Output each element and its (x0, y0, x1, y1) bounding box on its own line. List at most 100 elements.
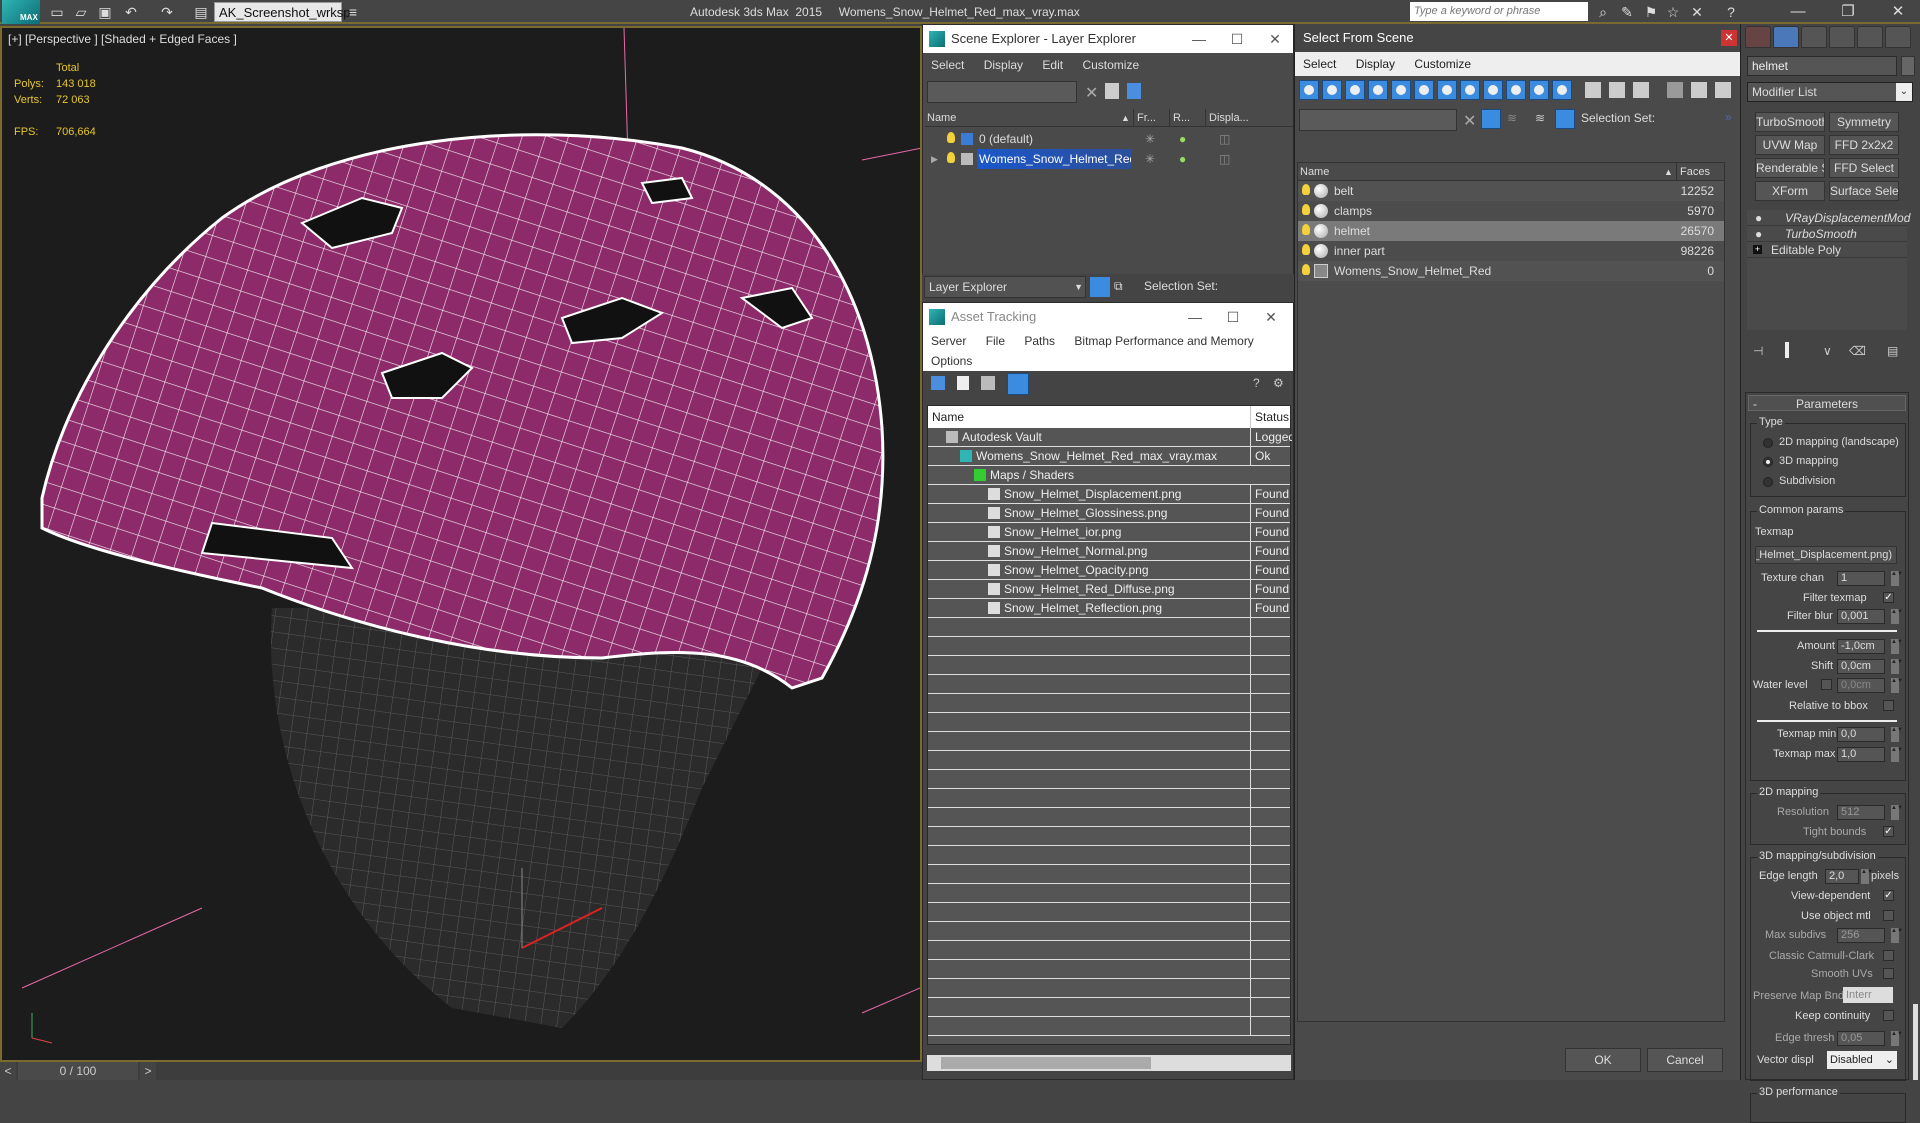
spinner-icon[interactable]: ▲▼ (1861, 869, 1873, 884)
texmap-min-input[interactable]: 0,0 (1837, 727, 1885, 742)
hierarchy-tab-icon[interactable] (1801, 26, 1827, 48)
max-subdivs-input[interactable]: 256 (1837, 928, 1885, 943)
spinner-icon[interactable]: ▲▼ (1891, 805, 1903, 820)
resolution-input[interactable]: 512 (1837, 805, 1885, 820)
asset-row[interactable]: Snow_Helmet_ior.png Found (928, 523, 1290, 542)
display-box-icon[interactable]: ◫ (1219, 129, 1230, 149)
menu-bitmap-performance[interactable]: Bitmap Performance and Memory (1074, 334, 1253, 348)
object-row[interactable]: belt 12252 (1298, 181, 1724, 201)
modifier-button-symmetry[interactable]: Symmetry (1829, 112, 1899, 132)
asset-tracking-titlebar[interactable]: Asset Tracking — ☐ ✕ (923, 303, 1293, 331)
modifier-button-uvw-map[interactable]: UVW Map (1755, 135, 1825, 155)
relative-bbox-checkbox[interactable] (1883, 700, 1894, 711)
object-color-swatch[interactable] (1901, 56, 1915, 76)
hidden-filter-icon[interactable] (1552, 80, 1572, 100)
ok-button[interactable]: OK (1565, 1048, 1641, 1072)
radio-3d-mapping[interactable] (1763, 457, 1773, 467)
utilities-tab-icon[interactable] (1885, 26, 1911, 48)
show-end-result-icon[interactable] (1785, 342, 1789, 358)
radio-2d-mapping[interactable] (1763, 438, 1773, 448)
modifier-button-ffd[interactable]: FFD 2x2x2 (1829, 135, 1899, 155)
remove-modifier-icon[interactable]: ⌫ (1849, 344, 1866, 358)
vector-displ-dropdown[interactable]: Disabled ⌄ (1827, 1051, 1897, 1069)
filter-texmap-checkbox[interactable]: ✓ (1883, 592, 1894, 603)
command-panel-scrollbar[interactable] (1913, 1004, 1918, 1080)
perspective-viewport[interactable]: [+] [Perspective ] [Shaded + Edged Faces… (0, 26, 922, 1062)
menu-paths[interactable]: Paths (1024, 334, 1055, 348)
undo-icon[interactable]: ↶ (122, 3, 140, 21)
object-row[interactable]: helmet 26570 (1298, 221, 1724, 241)
xrefs-filter-icon[interactable] (1460, 80, 1480, 100)
favorites-icon[interactable]: ☆ (1664, 3, 1682, 21)
create-tab-icon[interactable] (1745, 26, 1771, 48)
motion-tab-icon[interactable] (1829, 26, 1855, 48)
menu-select[interactable]: Select (931, 58, 964, 72)
tight-bounds-checkbox[interactable]: ✓ (1883, 826, 1894, 837)
configure-sets-icon[interactable]: ▤ (1887, 344, 1898, 358)
hierarchy-icon[interactable]: ⧉ (1114, 279, 1123, 294)
subscription-icon[interactable]: ⚑ (1642, 3, 1660, 21)
help-search-input[interactable]: Type a keyword or phrase (1410, 2, 1588, 21)
bulb-icon[interactable]: ● (1755, 226, 1762, 242)
stack-item[interactable]: ● TurboSmooth (1747, 226, 1907, 242)
menu-server[interactable]: Server (931, 334, 966, 348)
layer-row[interactable]: ▶ Womens_Snow_Helmet_Red ✳ ● ◫ (925, 149, 1293, 169)
modifier-button-renderable-spline[interactable]: Renderable Spline (1755, 158, 1825, 178)
columns-icon[interactable] (1715, 82, 1731, 98)
make-unique-icon[interactable]: ∨ (1823, 344, 1832, 358)
spacewarps-filter-icon[interactable] (1414, 80, 1434, 100)
radio-subdivision[interactable] (1763, 477, 1773, 487)
modifier-button-surface-select[interactable]: Surface Select (1829, 181, 1899, 201)
texture-chan-input[interactable]: 1 (1837, 571, 1885, 586)
display-box-icon[interactable]: ◫ (1219, 149, 1230, 169)
light-bulb-icon[interactable] (947, 132, 955, 143)
modifier-button-xform[interactable]: XForm (1755, 181, 1825, 201)
cameras-filter-icon[interactable] (1368, 80, 1388, 100)
cancel-button[interactable]: Cancel (1647, 1048, 1723, 1072)
menu-display[interactable]: Display (984, 58, 1023, 72)
minimize-icon[interactable]: — (1175, 303, 1215, 331)
spinner-icon[interactable]: ▲▼ (1891, 609, 1903, 624)
save-icon[interactable]: ▣ (96, 3, 114, 21)
spinner-icon[interactable]: ▲▼ (1891, 639, 1903, 654)
stack-item[interactable]: ● VRayDisplacementMod (1747, 210, 1910, 226)
asset-row[interactable]: Snow_Helmet_Red_Diffuse.png Found (928, 580, 1290, 599)
help-icon[interactable]: ? (1722, 3, 1740, 21)
menu-select[interactable]: Select (1303, 57, 1336, 71)
minimize-icon[interactable]: — (1780, 0, 1816, 24)
settings-icon[interactable]: ⚙ (1273, 376, 1284, 390)
list-view-icon[interactable] (957, 376, 969, 390)
asset-row[interactable]: Autodesk Vault Logged (928, 428, 1292, 447)
shapes-filter-icon[interactable] (1322, 80, 1342, 100)
spinner-icon[interactable]: ▲▼ (1891, 747, 1903, 762)
object-row[interactable]: clamps 5970 (1298, 201, 1724, 221)
freeze-snowflake-icon[interactable]: ✳ (1145, 149, 1155, 169)
menu-edit[interactable]: Edit (1042, 58, 1063, 72)
tree-view-icon[interactable] (981, 376, 995, 390)
next-frame-button[interactable]: > (140, 1062, 156, 1080)
texmap-max-input[interactable]: 1,0 (1837, 747, 1885, 762)
column-display[interactable]: Displa... (1205, 109, 1249, 127)
light-bulb-icon[interactable] (1302, 244, 1310, 255)
hierarchy-view-icon[interactable] (1555, 109, 1575, 129)
close-icon[interactable]: ✕ (1880, 0, 1916, 24)
render-teapot-icon[interactable]: ● (1179, 149, 1186, 169)
select-from-scene-titlebar[interactable]: Select From Scene ✕ (1295, 24, 1740, 52)
new-layer-icon[interactable] (1105, 83, 1119, 99)
menu-display[interactable]: Display (1356, 57, 1395, 71)
binoculars-icon[interactable]: ⌕ (1594, 3, 1612, 21)
menu-customize[interactable]: Customize (1082, 58, 1139, 72)
layer-settings-icon[interactable] (1127, 83, 1141, 99)
app-menu-button[interactable]: MAX (2, 0, 40, 24)
close-icon[interactable]: ✕ (1721, 30, 1737, 46)
rollout-header[interactable]: - Parameters (1748, 395, 1906, 411)
new-file-icon[interactable]: ▭ (48, 3, 66, 21)
find-input[interactable] (1299, 109, 1457, 131)
texmap-button[interactable]: (Snow_Helmet_Displacement.png) (1755, 546, 1897, 564)
water-level-input[interactable]: 0,0cm (1837, 678, 1885, 693)
select-all-icon[interactable] (1585, 82, 1601, 98)
layer-view-icon[interactable]: ≋ (1535, 111, 1545, 125)
column-render[interactable]: R... (1169, 109, 1190, 127)
horizontal-scrollbar[interactable] (927, 1055, 1291, 1071)
asset-row[interactable]: Maps / Shaders (928, 466, 1290, 485)
